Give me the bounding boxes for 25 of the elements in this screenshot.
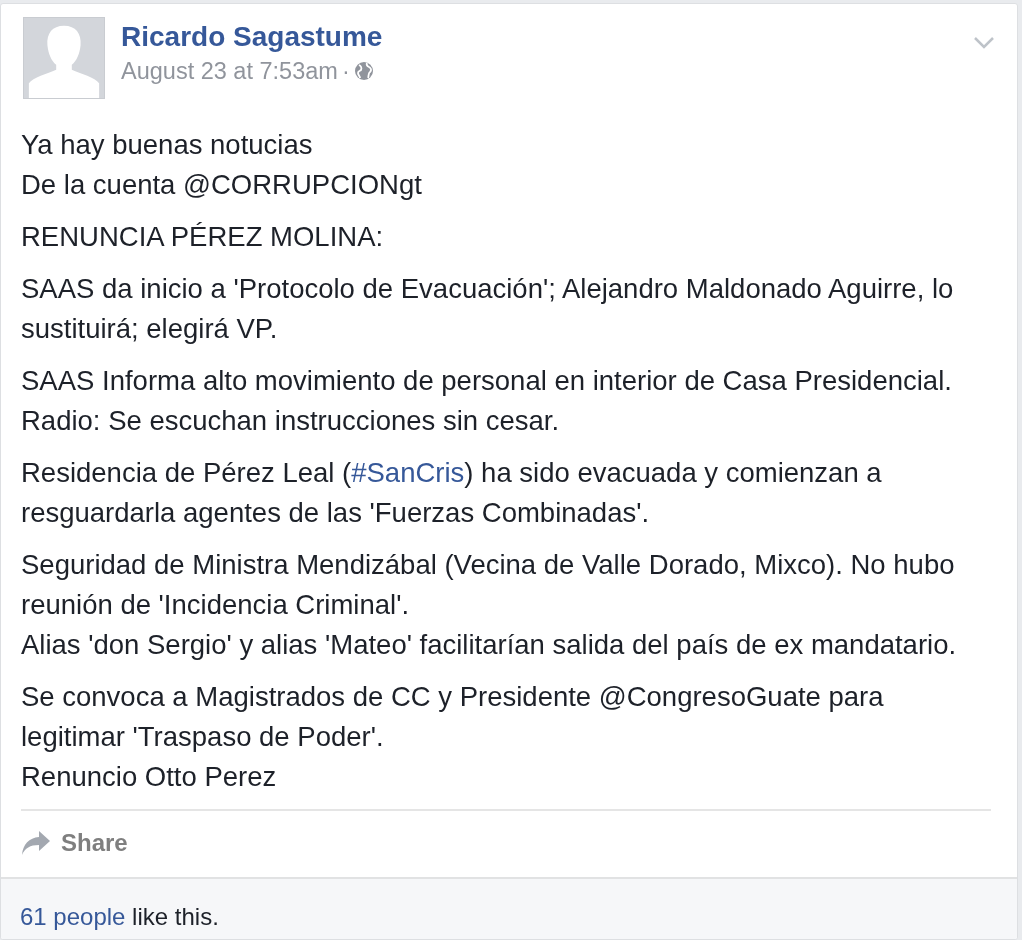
post-text: Se convoca a Magistrados de CC y Presidente @CongresoGuate para [21, 680, 884, 714]
share-arrow-icon [21, 830, 51, 856]
chevron-down-icon[interactable] [973, 36, 995, 50]
post-text: sustituirá; elegirá VP. [21, 312, 278, 346]
globe-icon[interactable] [353, 61, 374, 81]
likes-summary: 61 people like this. [20, 903, 219, 930]
post-text: SAAS da inicio a 'Protocolo de Evacuación'; Alejandro Maldonado Aguirre, lo [21, 272, 954, 306]
author-name[interactable]: Ricardo Sagastume [121, 21, 383, 53]
hashtag-link[interactable]: #SanCris [351, 457, 465, 488]
likes-link[interactable]: 61 people [20, 903, 126, 930]
share-button[interactable]: Share [21, 825, 128, 861]
post-text: resguardarla agentes de las 'Fuerzas Combinadas'. [21, 496, 650, 530]
post-text: legitimar 'Traspaso de Poder'. [21, 720, 384, 754]
post-text: Ya hay buenas notucias [21, 128, 313, 162]
post-text: Alias 'don Sergio' y alias 'Mateo' facilitarían salida del país de ex mandatario. [21, 628, 957, 662]
avatar-icon [23, 17, 105, 99]
post-text: reunión de 'Incidencia Criminal'. [21, 588, 410, 622]
post-text: RENUNCIA PÉREZ MOLINA: [21, 220, 384, 254]
post-text: De la cuenta @CORRUPCIONgt [21, 168, 422, 202]
separator: · [341, 57, 350, 85]
post-text: Radio: Se escuchan instrucciones sin cesar. [21, 404, 560, 438]
post-text: Renuncio Otto Perez [21, 760, 277, 794]
post-text: SAAS Informa alto movimiento de personal en interior de Casa Presidencial. [21, 364, 952, 398]
post-text: Residencia de Pérez Leal (#SanCris) ha sido evacuada y comienzan a [21, 456, 882, 490]
post-text: Seguridad de Ministra Mendizábal (Vecina de Valle Dorado, Mixco). No hubo [21, 548, 955, 582]
